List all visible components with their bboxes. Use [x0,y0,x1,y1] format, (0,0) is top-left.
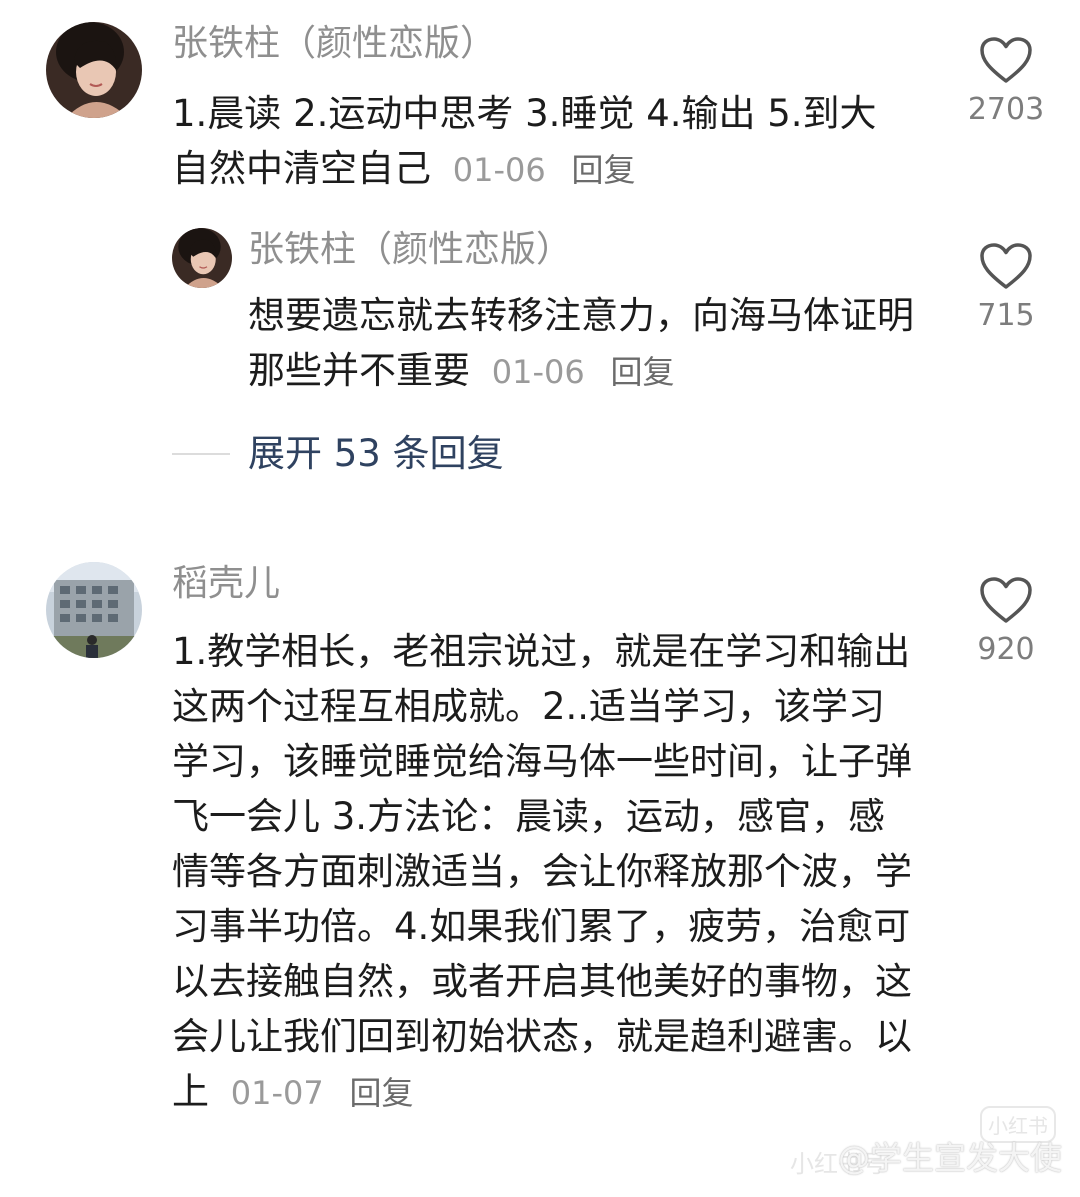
watermark-brand: @学生宣发大使 [837,1139,1062,1177]
comment-date: 01-06 [452,151,546,189]
like-button[interactable]: 920 [961,576,1051,670]
like-button[interactable]: 715 [961,242,1051,336]
comment-text-block[interactable]: 1.教学相长，老祖宗说过，就是在学习和输出这两个过程互相成就。2..适当学习，该… [172,624,917,1121]
like-button[interactable]: 2703 [961,36,1051,130]
expand-replies-button[interactable]: 展开 53 条回复 [248,430,504,478]
heart-icon [980,243,1032,289]
avatar[interactable] [172,228,232,288]
heart-icon [980,577,1032,623]
like-count: 920 [977,632,1035,667]
avatar[interactable] [46,562,142,658]
comment-text-block[interactable]: 1.晨读 2.运动中思考 3.睡觉 4.输出 5.到大自然中清空自己 01-06… [172,86,912,198]
comment-username[interactable]: 张铁柱（颜性恋版） [172,22,496,66]
comment-username[interactable]: 稻壳儿 [172,562,280,606]
heart-icon [980,37,1032,83]
reply-text-block[interactable]: 想要遗忘就去转移注意力，向海马体证明那些并不重要 01-06 回复 [248,288,928,400]
avatar[interactable] [46,22,142,118]
comment-date: 01-07 [230,1074,324,1112]
comment-content: 1.教学相长，老祖宗说过，就是在学习和输出这两个过程互相成就。2..适当学习，该… [172,630,912,1113]
reply-button[interactable]: 回复 [572,151,636,189]
divider [172,453,230,455]
reply-date: 01-06 [491,353,585,391]
reply-button[interactable]: 回复 [350,1074,414,1112]
like-count: 2703 [967,92,1045,127]
reply-button[interactable]: 回复 [611,353,675,391]
like-count: 715 [977,298,1035,333]
reply-username[interactable]: 张铁柱（颜性恋版） [248,228,572,272]
